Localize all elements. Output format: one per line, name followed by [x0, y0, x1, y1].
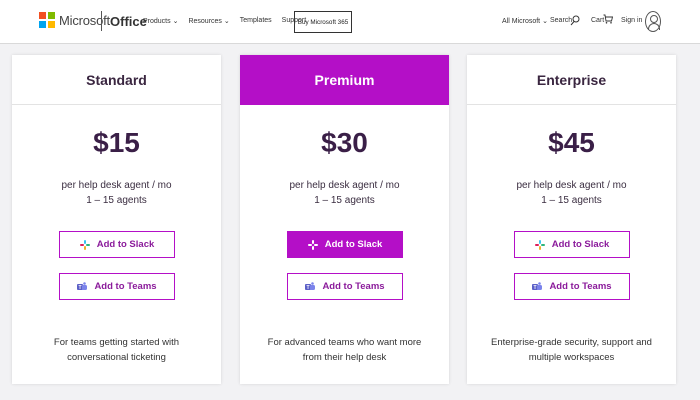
- microsoft-logo-icon: [39, 12, 55, 28]
- svg-text:T: T: [79, 285, 82, 291]
- teams-icon: T: [305, 281, 316, 291]
- plan-unit-text: per help desk agent / mo: [289, 180, 400, 191]
- nav-templates[interactable]: Templates: [240, 17, 272, 25]
- chevron-down-icon: ⌄: [542, 18, 548, 25]
- plan-price: $45: [548, 127, 595, 158]
- plan-price: $30: [321, 127, 368, 158]
- plan-card-premium: Premium $30 per help desk agent / mo 1 –…: [240, 55, 449, 384]
- search-label: Search: [550, 17, 573, 24]
- slack-icon: [79, 239, 90, 250]
- microsoft-logo[interactable]: Microsoft: [39, 12, 110, 28]
- add-to-teams-label: Add to Teams: [94, 281, 157, 292]
- nav-products[interactable]: Products ⌄: [143, 17, 178, 25]
- add-to-slack-label: Add to Slack: [551, 239, 610, 250]
- plan-unit: per help desk agent / mo 1 – 15 agents: [240, 178, 449, 208]
- nav-resources-label: Resources: [188, 18, 222, 25]
- buy-microsoft-365-button[interactable]: Buy Microsoft 365: [294, 11, 352, 33]
- sign-in-link[interactable]: Sign in: [621, 17, 642, 24]
- add-to-slack-button[interactable]: Add to Slack: [287, 231, 403, 258]
- plan-description: For advanced teams who want more from th…: [240, 335, 449, 365]
- slack-icon: [534, 239, 545, 250]
- add-to-slack-button[interactable]: Add to Slack: [514, 231, 630, 258]
- nav-resources[interactable]: Resources ⌄: [188, 17, 229, 25]
- plan-card-standard: Standard $15 per help desk agent / mo 1 …: [12, 55, 221, 384]
- add-to-slack-label: Add to Slack: [96, 239, 155, 250]
- all-microsoft-menu[interactable]: All Microsoft ⌄: [502, 17, 548, 25]
- add-to-slack-button[interactable]: Add to Slack: [59, 231, 175, 258]
- add-to-teams-label: Add to Teams: [549, 281, 612, 292]
- plan-description-line: conversational ticketing: [67, 352, 166, 363]
- cart-icon[interactable]: [603, 14, 613, 24]
- add-to-slack-label: Add to Slack: [324, 239, 383, 250]
- chevron-down-icon: ⌄: [172, 18, 179, 25]
- header-divider: [101, 11, 102, 31]
- add-to-teams-label: Add to Teams: [322, 281, 385, 292]
- account-icon[interactable]: [645, 11, 661, 32]
- all-microsoft-label: All Microsoft: [502, 18, 541, 25]
- plan-description-line: For advanced teams who want more: [267, 337, 422, 348]
- chevron-down-icon: ⌄: [223, 18, 230, 25]
- top-navigation-bar: Microsoft Office Products ⌄ Resources ⌄ …: [0, 0, 700, 44]
- plan-name: Standard: [12, 55, 221, 105]
- svg-text:T: T: [534, 285, 537, 291]
- teams-icon: T: [77, 281, 88, 291]
- plan-price: $15: [93, 127, 140, 158]
- plan-description-line: multiple workspaces: [528, 352, 615, 363]
- plan-description: For teams getting started with conversat…: [12, 335, 221, 365]
- plan-description-line: from their help desk: [302, 352, 387, 363]
- plan-name: Premium: [240, 55, 449, 105]
- search-button[interactable]: Search: [550, 17, 572, 24]
- add-to-teams-button[interactable]: T Add to Teams: [287, 273, 403, 300]
- plan-agents: 1 – 15 agents: [541, 195, 602, 206]
- slack-icon: [307, 239, 318, 250]
- plan-card-enterprise: Enterprise $45 per help desk agent / mo …: [467, 55, 676, 384]
- main-nav: Products ⌄ Resources ⌄ Templates Support: [143, 17, 316, 25]
- plan-agents: 1 – 15 agents: [314, 195, 375, 206]
- plan-description-line: Enterprise-grade security, support and: [491, 337, 652, 348]
- plan-unit-text: per help desk agent / mo: [516, 180, 627, 191]
- add-to-teams-button[interactable]: T Add to Teams: [59, 273, 175, 300]
- add-to-teams-button[interactable]: T Add to Teams: [514, 273, 630, 300]
- plan-agents: 1 – 15 agents: [86, 195, 147, 206]
- teams-icon: T: [532, 281, 543, 291]
- nav-products-label: Products: [143, 18, 171, 25]
- plan-description-line: For teams getting started with: [53, 337, 180, 348]
- brand-name: Microsoft: [59, 12, 110, 28]
- plan-description: Enterprise-grade security, support and m…: [467, 335, 676, 365]
- svg-text:T: T: [307, 285, 310, 291]
- plan-unit: per help desk agent / mo 1 – 15 agents: [12, 178, 221, 208]
- product-title[interactable]: Office: [110, 14, 147, 29]
- plan-name: Enterprise: [467, 55, 676, 105]
- search-icon[interactable]: [570, 15, 580, 26]
- plan-unit-text: per help desk agent / mo: [61, 180, 172, 191]
- plan-unit: per help desk agent / mo 1 – 15 agents: [467, 178, 676, 208]
